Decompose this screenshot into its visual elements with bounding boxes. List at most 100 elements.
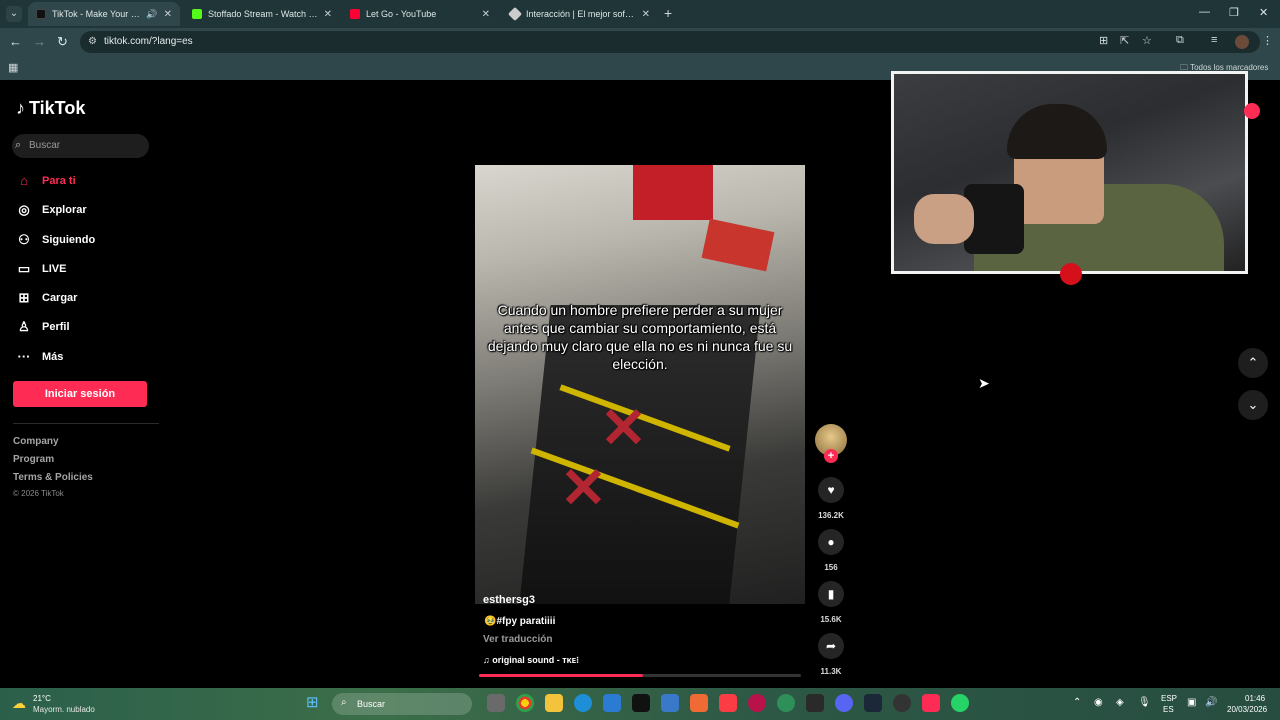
app-icon[interactable] <box>690 694 708 712</box>
app-icon[interactable] <box>661 694 679 712</box>
file-explorer-icon[interactable] <box>545 694 563 712</box>
weather-temperature[interactable]: 21°C <box>33 694 51 703</box>
close-icon[interactable]: ✕ <box>642 9 650 20</box>
netflix-icon[interactable] <box>632 694 650 712</box>
close-icon[interactable]: ✕ <box>324 9 332 20</box>
webcam-scene <box>1007 104 1107 159</box>
video-scene: ✕ <box>560 456 607 519</box>
video-scene: ✕ <box>600 396 647 459</box>
tiktok-favicon-icon <box>36 9 46 19</box>
search-placeholder: Buscar <box>29 140 61 151</box>
apps-grid-icon[interactable]: ▦ <box>8 61 18 74</box>
chrome-profile-icon[interactable] <box>777 694 795 712</box>
comment-icon: ● <box>827 535 835 549</box>
bookmark-star-icon[interactable]: ☆ <box>1142 34 1152 47</box>
comment-button[interactable]: ● <box>818 529 844 555</box>
taskbar-search[interactable] <box>332 693 472 715</box>
tiktok-logo[interactable]: ♪ TikTok <box>16 98 85 119</box>
footer-company-link[interactable]: Company <box>13 436 59 447</box>
previous-video-button[interactable]: ⌃ <box>1238 348 1268 378</box>
chrome-icon[interactable] <box>516 694 534 712</box>
share-button[interactable]: ➦ <box>818 633 844 659</box>
tab-youtube[interactable]: Let Go - YouTube ✕ <box>342 2 498 26</box>
nav-para-ti[interactable]: ⌂ Para ti <box>16 173 76 188</box>
video-progress-bar[interactable] <box>479 674 801 677</box>
footer-program-link[interactable]: Program <box>13 454 54 465</box>
media-control-icon[interactable]: ≡ <box>1211 34 1217 46</box>
cast-icon[interactable]: ⇱ <box>1120 34 1129 47</box>
nav-live[interactable]: ▭ LIVE <box>16 261 67 277</box>
menu-dots-icon[interactable]: ⋮ <box>1262 34 1273 47</box>
video-author[interactable]: esthersg3 <box>483 594 535 606</box>
nav-siguiendo[interactable]: ⚇ Siguiendo <box>16 232 95 248</box>
tray-app-icon[interactable]: ◉ <box>1094 697 1103 708</box>
nav-explorar[interactable]: ◎ Explorar <box>16 202 87 218</box>
site-info-icon[interactable]: ⚙ <box>88 36 97 47</box>
share-count: 11.3K <box>820 667 842 676</box>
nav-cargar[interactable]: ⊞ Cargar <box>16 290 78 306</box>
tab-stoffado[interactable]: Stoffado Stream - Watch Live o ✕ <box>184 2 340 26</box>
whatsapp-icon[interactable] <box>951 694 969 712</box>
tray-app-icon[interactable]: ◈ <box>1116 697 1124 708</box>
opera-gx-icon[interactable] <box>748 694 766 712</box>
heart-icon: ♥ <box>827 483 835 497</box>
volume-icon[interactable]: 🔊 <box>1205 697 1217 708</box>
tab-interaccion[interactable]: Interacción | El mejor software p ✕ <box>502 2 658 26</box>
upload-icon: ⊞ <box>18 290 30 305</box>
see-translation-link[interactable]: Ver traducción <box>483 634 552 645</box>
tab-tiktok[interactable]: TikTok - Make Your Day 🔊 ✕ <box>28 2 180 26</box>
tab-search-button[interactable]: ⌄ <box>6 6 22 22</box>
input-language-region[interactable]: ES <box>1163 705 1174 714</box>
music-icon[interactable] <box>719 694 737 712</box>
webcam-frame-decoration <box>1060 263 1082 285</box>
next-video-button[interactable]: ⌄ <box>1238 390 1268 420</box>
nav-label: Explorar <box>42 204 87 216</box>
minimize-icon[interactable]: — <box>1199 6 1210 18</box>
footer-terms-link[interactable]: Terms & Policies <box>13 472 93 483</box>
weather-description[interactable]: Mayorm. nublado <box>33 705 95 714</box>
save-button[interactable]: ▮ <box>818 581 844 607</box>
microphone-icon[interactable]: 🎙 <box>1138 697 1151 708</box>
store-icon[interactable] <box>603 694 621 712</box>
edge-icon[interactable] <box>574 694 592 712</box>
login-button[interactable]: Iniciar sesión <box>13 381 147 407</box>
close-window-icon[interactable]: ✕ <box>1259 6 1268 19</box>
following-icon: ⚇ <box>18 232 30 247</box>
nav-perfil[interactable]: ♙ Perfil <box>16 319 69 335</box>
new-tab-button[interactable]: + <box>664 5 672 21</box>
discord-icon[interactable] <box>835 694 853 712</box>
clock-date[interactable]: 20/03/2026 <box>1227 705 1267 714</box>
profile-avatar[interactable] <box>1235 35 1249 49</box>
task-view-icon[interactable] <box>487 694 505 712</box>
video-player[interactable]: ✕ ✕ Cuando un hombre prefiere perder a s… <box>475 165 805 604</box>
video-hashtags[interactable]: 🥹#fpy paratiiii <box>484 616 555 627</box>
speaker-icon[interactable]: 🔊 <box>146 9 157 20</box>
clock-time[interactable]: 01:46 <box>1245 694 1265 703</box>
steam-icon[interactable] <box>864 694 882 712</box>
input-language[interactable]: ESP <box>1161 694 1177 703</box>
weather-icon[interactable]: ☁ <box>12 695 26 712</box>
tray-chevron-icon[interactable]: ⌃ <box>1073 697 1081 708</box>
nav-mas[interactable]: ··· Más <box>16 349 64 364</box>
translate-icon[interactable]: ⊞ <box>1099 34 1108 47</box>
close-icon[interactable]: ✕ <box>482 9 490 20</box>
like-button[interactable]: ♥ <box>818 477 844 503</box>
live-icon: ▭ <box>17 261 31 276</box>
follow-plus-icon[interactable]: + <box>824 449 838 463</box>
extensions-icon[interactable]: ⧉ <box>1176 34 1184 47</box>
close-icon[interactable]: ✕ <box>164 9 172 20</box>
url-text[interactable]: tiktok.com/?lang=es <box>104 36 193 47</box>
figma-icon[interactable] <box>806 694 824 712</box>
network-icon[interactable]: ▣ <box>1187 697 1196 708</box>
restore-icon[interactable]: ❐ <box>1229 6 1239 19</box>
webcam-overlay <box>891 71 1248 274</box>
back-icon[interactable]: ← <box>9 34 22 49</box>
windows-start-icon[interactable]: ⊞ <box>306 694 324 712</box>
address-bar[interactable] <box>80 31 1260 53</box>
obs-icon[interactable] <box>893 694 911 712</box>
copyright: © 2026 TikTok <box>13 489 64 498</box>
tiktok-taskbar-icon[interactable] <box>922 694 940 712</box>
forward-icon[interactable]: → <box>33 34 46 49</box>
video-sound[interactable]: ♫ original sound - ᴛᴋᴇ⁝ <box>483 655 579 666</box>
reload-icon[interactable]: ↻ <box>57 34 68 50</box>
